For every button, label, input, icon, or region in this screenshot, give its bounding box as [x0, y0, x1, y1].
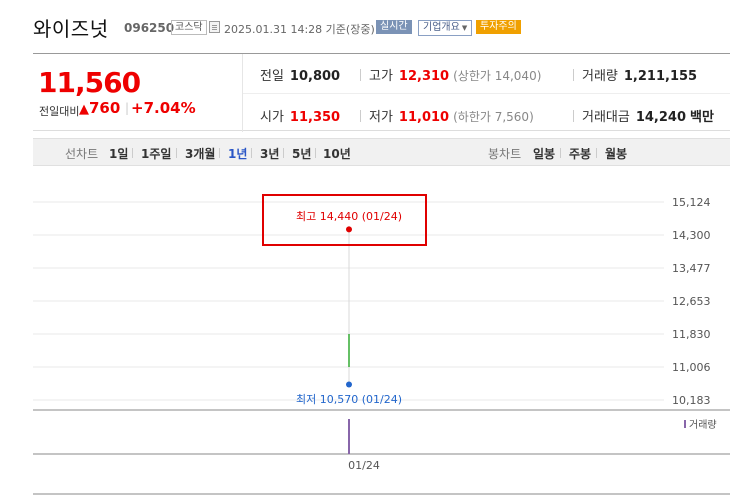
- prev-close-label: 전일: [260, 69, 284, 84]
- divider: [219, 148, 220, 158]
- volume-legend-label: 거래량: [689, 419, 717, 431]
- price-chart[interactable]: 15,124 14,300 13,477 12,653 11,830 11,006 10,1…: [0, 166, 733, 496]
- company-overview-dropdown[interactable]: 기업개요 ▼: [418, 20, 473, 36]
- lower-limit: (하한가 7,560): [453, 110, 534, 124]
- low-label: 저가: [369, 110, 393, 125]
- divider: [251, 148, 252, 158]
- investment-warning-badge: 투자주의: [476, 20, 521, 34]
- tab-3-years[interactable]: 3년: [260, 145, 279, 162]
- tab-1-day[interactable]: 1일: [109, 145, 128, 162]
- quote-summary: 11,560 전일대비 ▲760 | +7.04% 전일 10,800 고가 12,…: [33, 53, 730, 132]
- change-amount-value: 760: [89, 99, 121, 117]
- divider: |: [125, 101, 130, 115]
- price-panel: 11,560 전일대비 ▲760 | +7.04%: [33, 54, 243, 132]
- high-marker-dot: [346, 226, 352, 233]
- up-triangle-icon: ▲: [79, 102, 89, 117]
- price-chart-svg: 15,124 14,300 13,477 12,653 11,830 11,006 10,1…: [33, 194, 730, 495]
- trade-value-unit: 백만: [690, 110, 714, 125]
- low-marker-dot: [346, 381, 352, 388]
- tab-monthly-candle[interactable]: 월봉: [605, 145, 627, 162]
- current-price: 11,560: [38, 66, 141, 99]
- divider: [283, 148, 284, 158]
- tab-10-years[interactable]: 10년: [323, 145, 351, 162]
- low-marker-label: 최저 10,570 (01/24): [296, 393, 402, 406]
- prev-close: 전일 10,800: [260, 65, 340, 84]
- change-rate: +7.04%: [131, 99, 196, 117]
- day-low: 저가 11,010 (하한가 7,560): [369, 106, 534, 125]
- tab-3-months[interactable]: 3개월: [185, 145, 215, 162]
- row-divider: [243, 93, 730, 94]
- volume-label: 거래량: [582, 69, 618, 84]
- divider: [573, 69, 574, 81]
- low-value: 11,010: [398, 110, 450, 125]
- high-value: 12,310: [398, 69, 450, 84]
- y-tick-label: 13,477: [672, 262, 711, 275]
- period-selector: 선차트 1일 1주일 3개월 1년 3년 5년 10년 봉차트 일봉 주봉 월봉: [33, 138, 730, 166]
- quote-timestamp: 2025.01.31 14:28 기준(장중): [224, 23, 375, 36]
- divider: [132, 148, 133, 158]
- change-amount: ▲760: [79, 99, 120, 117]
- tab-daily-candle[interactable]: 일봉: [533, 145, 555, 162]
- high-marker-label: 최고 14,440 (01/24): [296, 210, 402, 223]
- document-icon: [209, 21, 220, 33]
- y-tick-label: 11,006: [672, 361, 711, 374]
- divider: [596, 148, 597, 158]
- day-high: 고가 12,310 (상한가 14,040): [369, 65, 541, 84]
- open-price: 시가 11,350: [260, 106, 340, 125]
- trade-value: 거래대금 14,240 백만: [582, 106, 714, 125]
- company-overview-label: 기업개요: [423, 22, 460, 33]
- open-value: 11,350: [289, 110, 341, 125]
- open-label: 시가: [260, 110, 284, 125]
- trade-value-label: 거래대금: [582, 110, 630, 125]
- trade-value-number: 14,240: [635, 110, 687, 125]
- divider: [360, 69, 361, 81]
- candle-chart-label: 봉차트: [488, 147, 522, 161]
- divider: [315, 148, 316, 158]
- y-tick-label: 12,653: [672, 295, 711, 308]
- upper-limit: (상한가 14,040): [453, 69, 542, 83]
- change-label: 전일대비: [39, 105, 80, 118]
- divider: [360, 110, 361, 122]
- divider: [573, 110, 574, 122]
- y-tick-label: 14,300: [672, 229, 711, 242]
- stock-header: 와이즈넛 096250 코스닥 2025.01.31 14:28 기준(장중) …: [0, 0, 733, 48]
- stock-code: 096250: [124, 21, 175, 35]
- line-chart-label: 선차트: [65, 147, 99, 161]
- y-tick-label: 15,124: [672, 196, 711, 209]
- chevron-down-icon: ▼: [461, 24, 468, 32]
- stock-name: 와이즈넛: [33, 17, 109, 41]
- tab-weekly-candle[interactable]: 주봉: [569, 145, 591, 162]
- divider: [176, 148, 177, 158]
- y-tick-label: 11,830: [672, 328, 711, 341]
- market-badge: 코스닥: [171, 20, 207, 35]
- volume: 거래량 1,211,155: [582, 65, 697, 84]
- realtime-button[interactable]: 실시간: [376, 20, 412, 34]
- tab-1-week[interactable]: 1주일: [141, 145, 171, 162]
- tab-5-years[interactable]: 5년: [292, 145, 311, 162]
- tab-1-year[interactable]: 1년: [228, 145, 247, 162]
- high-label: 고가: [369, 69, 393, 84]
- prev-close-value: 10,800: [289, 69, 341, 84]
- divider: [560, 148, 561, 158]
- x-tick-label: 01/24: [348, 459, 380, 472]
- volume-legend-swatch: [684, 420, 686, 428]
- volume-value: 1,211,155: [623, 69, 698, 84]
- y-tick-label: 10,183: [672, 394, 711, 407]
